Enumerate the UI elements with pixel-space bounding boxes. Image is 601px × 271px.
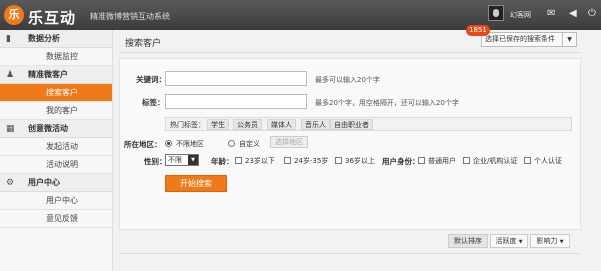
logo-text: 乐互动	[28, 9, 77, 27]
sidebar-section-label: 用户中心	[28, 178, 60, 187]
tags-label: 标签：	[142, 98, 165, 107]
gender-label: 性别：	[144, 157, 167, 166]
chevron-down-icon[interactable]: ▼	[562, 32, 577, 47]
keyword-input[interactable]	[165, 71, 307, 86]
hot-tag[interactable]: 公务员	[233, 119, 262, 130]
sidebar-item-start-activity[interactable]: 发起活动	[0, 138, 112, 156]
avatar[interactable]	[488, 5, 504, 21]
hot-tag[interactable]: 学生	[207, 119, 229, 130]
identity-regular-checkbox[interactable]	[418, 157, 425, 164]
sidebar-item-data-monitor[interactable]: 数据监控	[0, 48, 112, 66]
chevron-down-icon: ▼	[518, 239, 523, 245]
mail-icon[interactable]: ✉	[547, 8, 555, 20]
age-over-36-checkbox[interactable]	[335, 157, 342, 164]
select-region-button[interactable]: 选择地区	[270, 136, 308, 148]
region-custom-radio[interactable]	[228, 140, 235, 147]
sort-influence-button[interactable]: 影响力 ▼	[530, 234, 570, 248]
age-label: 年龄：	[211, 157, 234, 166]
power-icon[interactable]: ⏻	[588, 8, 596, 20]
keyword-label: 关键词：	[136, 75, 166, 84]
sidebar-item-user-center[interactable]: 用户中心	[0, 192, 112, 210]
sidebar-section-label: 数据分析	[28, 34, 60, 43]
username[interactable]: 幻客网	[510, 10, 531, 20]
volume-icon[interactable]: ◀	[569, 8, 577, 20]
count-badge: 1851	[466, 25, 490, 36]
main-content: 搜索客户 选择已保存的搜索条件 ▼ 1851 关键词： 最多可以输入20个字 标…	[119, 25, 599, 271]
region-any-label[interactable]: 不限地区	[176, 139, 204, 149]
logo-icon: 乐	[4, 5, 24, 25]
hot-tag[interactable]: 自由职业者	[330, 119, 373, 130]
tags-hint: 最多20个字，用空格隔开，还可以输入20个字	[315, 99, 459, 107]
grid-icon: ▦	[6, 124, 15, 134]
slogan: 精准微博营销互动系统	[90, 12, 170, 21]
sidebar-section-precise-customers[interactable]: ♟ 精准微客户	[0, 66, 112, 84]
chevron-down-icon: ▼	[188, 155, 198, 165]
sort-activity-label: 活跃度	[495, 237, 517, 245]
top-header: 乐 乐互动 精准微博营销互动系统 幻客网 ✉ ◀ ⏻	[0, 0, 601, 30]
hot-tags-bar: 热门标签： 学生 公务员 媒体人 音乐人 自由职业者	[165, 117, 572, 131]
bar-chart-icon: ▮	[6, 34, 11, 44]
region-label: 所在地区：	[124, 140, 162, 149]
tags-input[interactable]	[165, 94, 307, 109]
identity-regular-label[interactable]: 普通用户	[428, 156, 456, 166]
age-24-35-checkbox[interactable]	[284, 157, 291, 164]
sidebar-section-creative-activities[interactable]: ▦ 创意微活动	[0, 120, 112, 138]
search-form: 关键词： 最多可以输入20个字 标签： 最多20个字，用空格隔开，还可以输入20…	[119, 58, 581, 230]
hot-tag[interactable]: 音乐人	[301, 119, 330, 130]
age-over-36-label[interactable]: 36岁以上	[345, 156, 375, 166]
title-divider	[119, 52, 581, 53]
page-title: 搜索客户	[125, 39, 162, 49]
sidebar-section-label: 精准微客户	[28, 70, 68, 79]
age-24-35-label[interactable]: 24岁-35岁	[294, 156, 328, 166]
identity-personal-checkbox[interactable]	[524, 157, 531, 164]
gender-select-value: 不限	[168, 156, 182, 164]
sort-default-button[interactable]: 默认排序	[448, 234, 488, 248]
sidebar-item-my-customers[interactable]: 我的客户	[0, 102, 112, 120]
sidebar-section-label: 创意微活动	[28, 124, 68, 133]
chevron-down-icon: ▼	[559, 239, 564, 245]
identity-org-label[interactable]: 企业/机构认证	[473, 156, 517, 166]
age-under-23-checkbox[interactable]	[235, 157, 242, 164]
sidebar-item-feedback[interactable]: 意见反馈	[0, 210, 112, 228]
identity-label: 用户身份：	[382, 157, 420, 166]
sidebar: ▮ 数据分析 数据监控 ♟ 精准微客户 搜索客户 我的客户 ▦ 创意微活动 发起…	[0, 30, 113, 271]
identity-org-checkbox[interactable]	[463, 157, 470, 164]
identity-personal-label[interactable]: 个人认证	[534, 156, 562, 166]
gender-select[interactable]: 不限 ▼	[165, 154, 199, 166]
region-any-radio[interactable]	[165, 140, 172, 147]
sidebar-item-search-customers[interactable]: 搜索客户	[0, 84, 112, 102]
hot-tag[interactable]: 媒体人	[267, 119, 296, 130]
age-under-23-label[interactable]: 23岁以下	[245, 156, 275, 166]
region-custom-label[interactable]: 自定义	[239, 139, 260, 149]
sidebar-section-data-analysis[interactable]: ▮ 数据分析	[0, 30, 112, 48]
results-divider	[119, 253, 581, 254]
sort-influence-label: 影响力	[536, 237, 558, 245]
sort-activity-button[interactable]: 活跃度 ▼	[490, 234, 528, 248]
keyword-hint: 最多可以输入20个字	[315, 76, 380, 84]
gear-icon: ⚙	[6, 178, 15, 188]
sidebar-item-activity-guide[interactable]: 活动说明	[0, 156, 112, 174]
sidebar-section-user-center[interactable]: ⚙ 用户中心	[0, 174, 112, 192]
start-search-button[interactable]: 开始搜索	[165, 175, 227, 192]
hot-tags-label: 热门标签：	[170, 121, 205, 129]
user-icon: ♟	[6, 70, 15, 80]
